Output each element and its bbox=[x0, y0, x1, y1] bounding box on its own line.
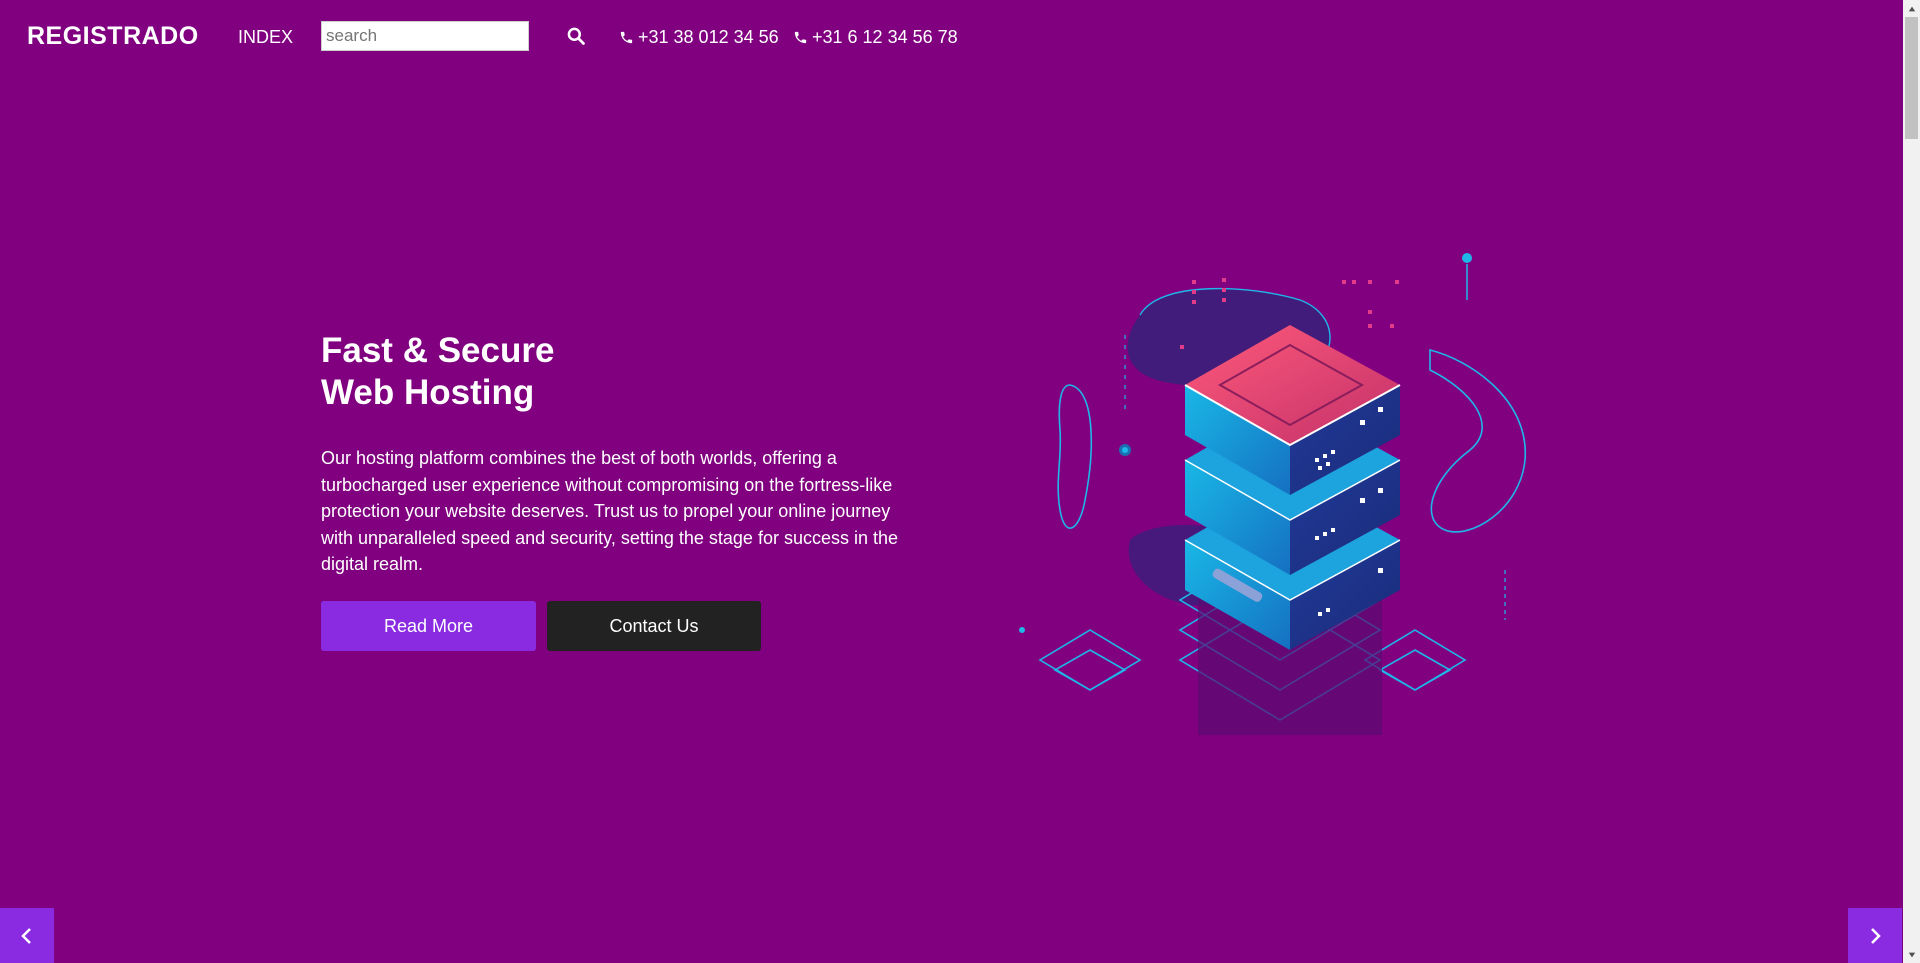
phone-link-1[interactable]: +31 38 012 34 56 bbox=[619, 27, 779, 48]
triangle-up-icon bbox=[1908, 6, 1915, 11]
scroll-down-arrow[interactable] bbox=[1903, 946, 1920, 963]
top-navbar: REGISTRADO INDEX +31 38 012 34 56 +31 6 … bbox=[0, 0, 1903, 76]
nav-link-index[interactable]: INDEX bbox=[238, 27, 293, 48]
search-icon bbox=[567, 27, 585, 45]
scroll-up-arrow[interactable] bbox=[1903, 0, 1920, 17]
hero-description: Our hosting platform combines the best o… bbox=[321, 448, 899, 574]
brand-logo[interactable]: REGISTRADO bbox=[27, 22, 199, 51]
search-input[interactable] bbox=[321, 21, 529, 51]
phone-number: +31 38 012 34 56 bbox=[638, 27, 779, 47]
vertical-scrollbar[interactable] bbox=[1903, 0, 1920, 963]
hero-title-line-1: Fast & Secure bbox=[321, 331, 555, 370]
scroll-thumb[interactable] bbox=[1905, 17, 1918, 139]
server-illustration bbox=[1019, 253, 1526, 735]
contact-us-button[interactable]: Contact Us bbox=[547, 601, 761, 651]
page: REGISTRADO INDEX +31 38 012 34 56 +31 6 … bbox=[0, 0, 1903, 963]
chevron-left-icon bbox=[21, 927, 31, 944]
chevron-right-icon bbox=[1871, 927, 1881, 944]
phone-icon bbox=[794, 31, 807, 44]
phone-number: +31 6 12 34 56 78 bbox=[812, 27, 958, 47]
phone-icon bbox=[620, 31, 633, 44]
triangle-down-icon bbox=[1908, 952, 1915, 957]
search-button[interactable] bbox=[566, 26, 594, 50]
carousel-prev-button[interactable] bbox=[0, 908, 54, 963]
carousel-next-button[interactable] bbox=[1848, 908, 1902, 963]
read-more-button[interactable]: Read More bbox=[321, 601, 536, 651]
hero-title-line-2: Web Hosting bbox=[321, 373, 535, 412]
hero-title: Fast & Secure Web Hosting bbox=[321, 330, 554, 414]
phone-link-2[interactable]: +31 6 12 34 56 78 bbox=[793, 27, 958, 48]
